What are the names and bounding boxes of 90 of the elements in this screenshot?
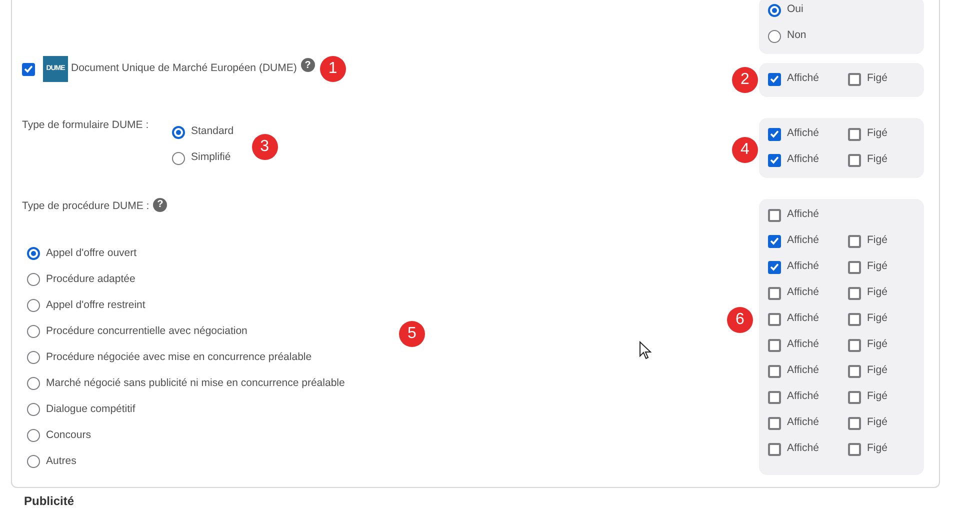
checkbox[interactable] [768,442,781,456]
field-label: Type de formulaire DUME : [22,118,150,133]
field-label: Type de procédure DUME : [22,199,150,214]
checkbox[interactable] [848,234,861,248]
checkbox-label: Affiché [787,363,819,378]
checkbox-label: Figé [867,233,888,248]
checkbox-label: Affiché [787,441,819,456]
radio-button[interactable] [27,351,40,364]
checkbox-label: Figé [867,126,888,142]
radio-button[interactable] [27,429,40,442]
checkbox-label: Figé [867,363,888,378]
checkbox-label: Figé [867,311,888,326]
radio-button[interactable] [172,126,185,138]
radio-button[interactable] [768,4,781,16]
checkbox[interactable] [848,286,861,300]
checkbox[interactable] [768,154,781,166]
marker-badge: 5 [399,320,425,347]
marker-badge: 1 [320,56,346,82]
marker-badge: 6 [727,307,753,333]
cursor-icon [639,341,652,361]
checkbox-label: Affiché [787,259,819,274]
checkbox-label: Affiché [787,152,819,168]
checkbox[interactable] [848,338,861,352]
radio-button[interactable] [27,377,40,390]
checkbox[interactable] [768,338,781,352]
radio-button[interactable] [27,455,40,468]
radio-label: Non [787,28,806,44]
marker-badge: 2 [732,67,758,93]
radio-button[interactable] [27,325,40,338]
marker-badge: 3 [252,134,278,160]
radio-label: Simplifié [191,150,231,166]
radio-label: Procédure adaptée [46,272,136,287]
radio-button[interactable] [172,152,185,164]
checkbox[interactable] [768,390,781,404]
checkbox[interactable] [768,260,781,274]
checkbox-label: Figé [867,337,888,352]
checkbox[interactable] [848,72,861,86]
checkbox[interactable] [848,128,861,140]
checkbox[interactable] [848,260,861,274]
checkbox[interactable] [848,364,861,378]
checkbox-label: Affiché [787,389,819,404]
checkbox[interactable] [768,72,781,86]
section-heading: Publicité [24,492,76,510]
radio-button[interactable] [27,273,40,286]
checkbox-label: Affiché [787,126,819,142]
radio-label: Procédure négociée avec mise en concurrence préalable [46,350,312,365]
radio-button[interactable] [27,247,40,260]
radio-label: Autres [46,454,76,469]
checkbox[interactable] [768,128,781,140]
radio-label: Dialogue compétitif [46,402,136,417]
checkbox[interactable] [848,390,861,404]
radio-label: Marché négocié sans publicité ni mise en concurrence préalable [46,376,345,391]
checkbox[interactable] [768,364,781,378]
checkbox-label: Affiché [787,337,819,352]
checkbox[interactable] [848,442,861,456]
checkbox-label: Affiché [787,415,819,430]
checkbox[interactable] [768,416,781,430]
checkbox-label: Figé [867,285,888,300]
checkbox-label: Affiché [787,311,819,326]
checkbox[interactable] [22,62,35,76]
help-icon[interactable]: ? [300,58,315,72]
checkbox-label: Figé [867,441,888,456]
checkbox[interactable] [848,416,861,430]
checkbox-label: Affiché [787,285,819,300]
checkbox-label: Affiché [787,71,819,86]
checkbox[interactable] [848,312,861,326]
radio-label: Standard [191,124,234,140]
radio-button[interactable] [27,403,40,416]
checkbox-label: Figé [867,415,888,430]
radio-label: Concours [46,428,91,443]
section-title: Document Unique de Marché Européen (DUME) [71,61,297,76]
checkbox[interactable] [768,234,781,248]
radio-label: Appel d'offre restreint [46,298,146,313]
checkbox[interactable] [768,208,781,222]
radio-button[interactable] [768,30,781,42]
checkbox-label: Figé [867,152,888,168]
checkbox[interactable] [768,312,781,326]
radio-label: Procédure concurrentielle avec négociation [46,324,248,339]
checkbox-label: Affiché [787,233,819,248]
checkbox-label: Figé [867,389,888,404]
checkbox-label: Figé [867,71,888,86]
radio-label: Appel d'offre ouvert [46,246,137,261]
radio-label: Oui [787,2,804,18]
checkbox[interactable] [848,154,861,166]
marker-badge: 4 [732,136,758,162]
checkbox-label: Figé [867,259,888,274]
checkbox-label: Affiché [787,207,819,222]
radio-button[interactable] [27,299,40,312]
checkbox[interactable] [768,286,781,300]
help-icon[interactable]: ? [153,198,168,212]
